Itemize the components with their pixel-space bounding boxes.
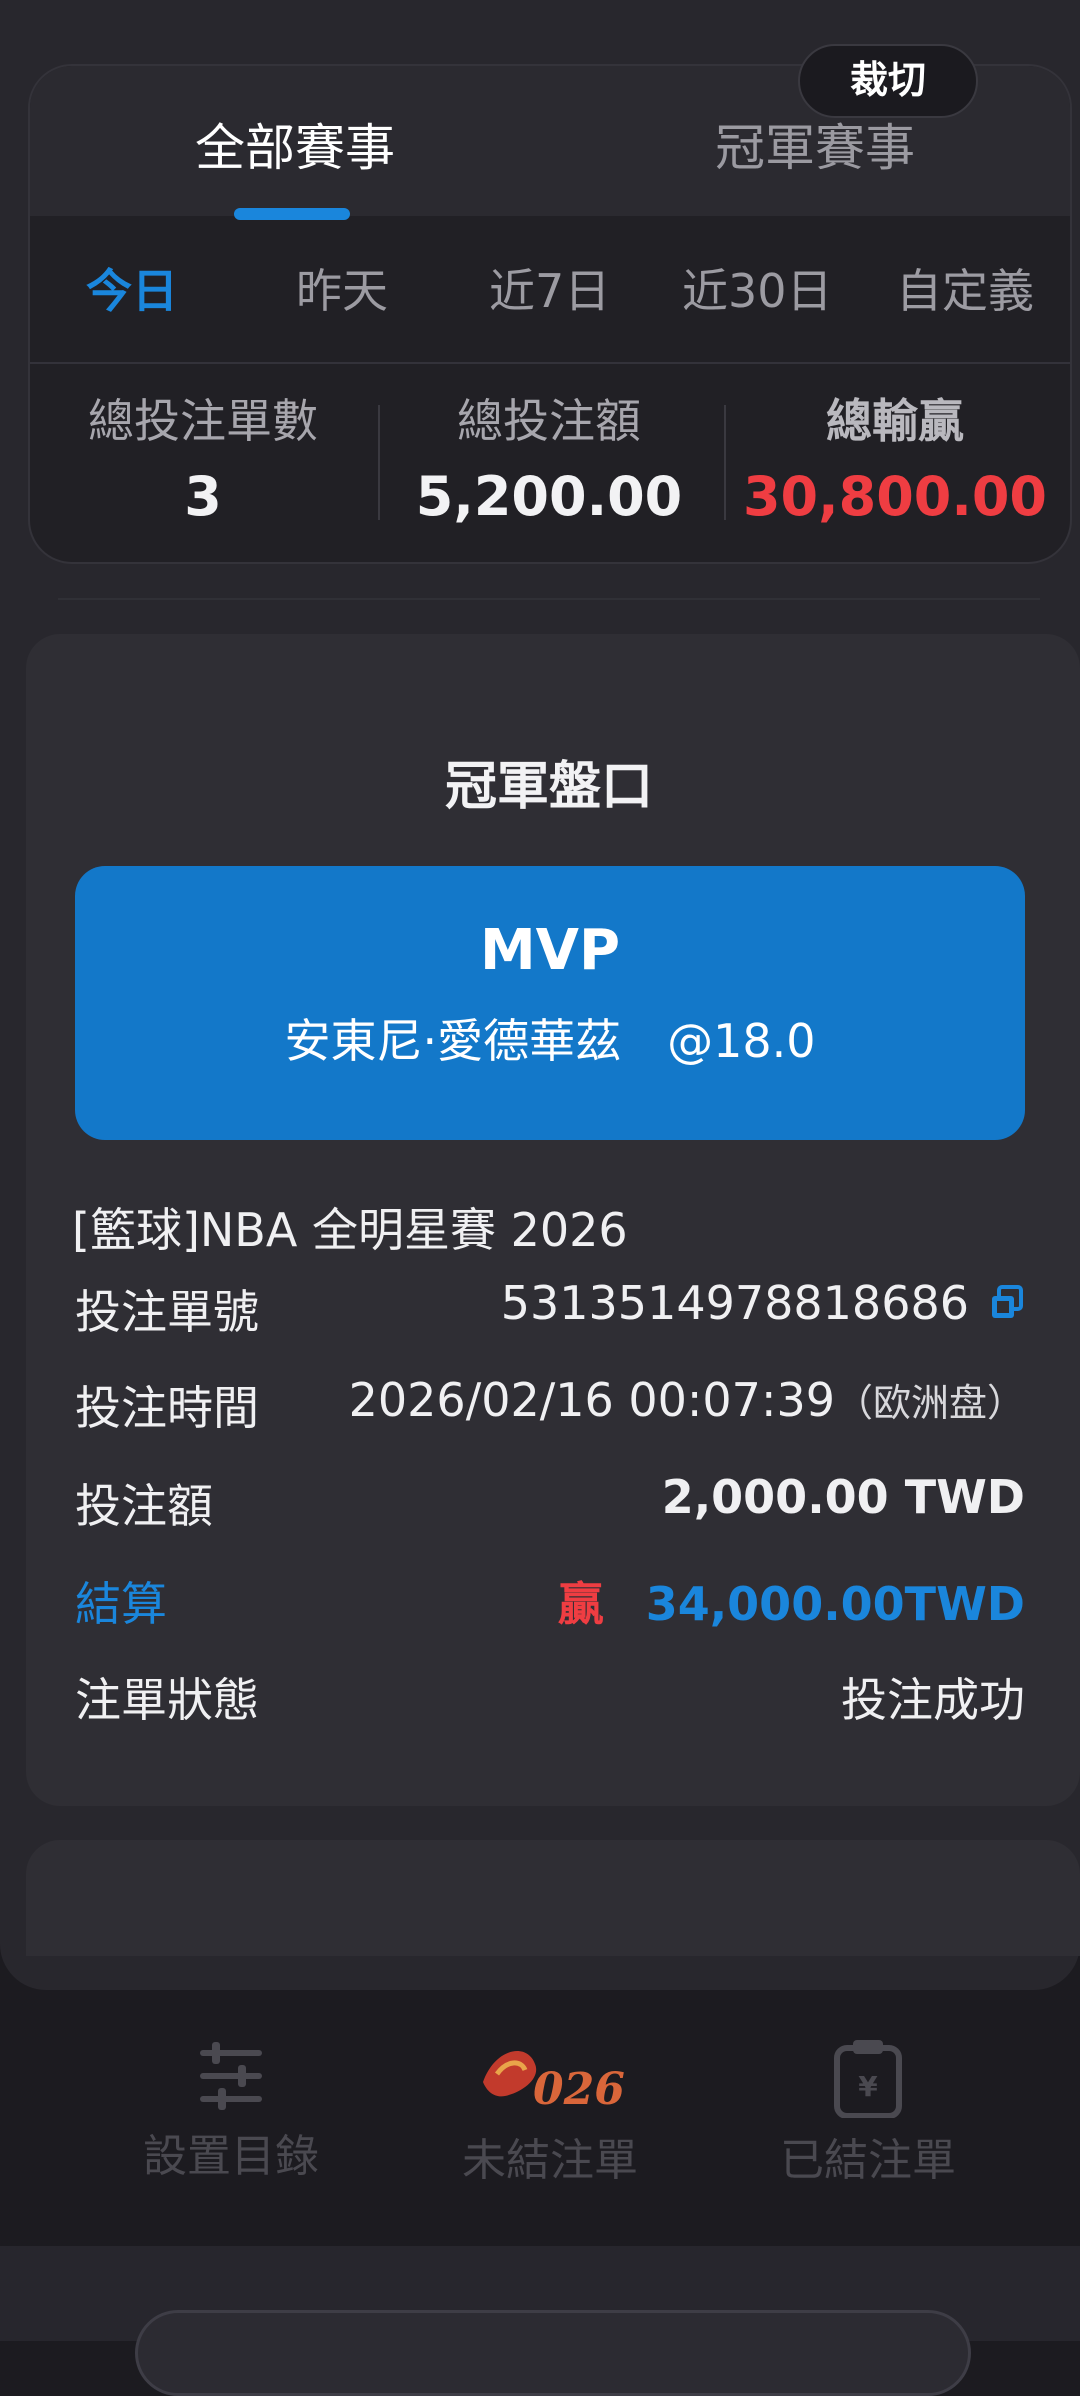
row-value: 2026/02/16 00:07:39（欧洲盘） <box>349 1372 1025 1427</box>
bet-card-title: 冠軍盤口 <box>444 757 653 817</box>
market-name: MVP <box>479 918 621 983</box>
next-bet-card <box>26 1840 1080 1956</box>
stat-total-stake: 總投注額 5,200.00 <box>384 385 714 528</box>
filter-30-days[interactable]: 近30日 <box>682 255 833 321</box>
stat-value: 5,200.00 <box>415 465 683 528</box>
2026-horse-logo-icon: 026 <box>483 2051 625 2115</box>
stat-label: 總輸贏 <box>826 394 964 448</box>
tab-champion-events[interactable]: 冠軍賽事 <box>715 108 915 180</box>
nav-settings[interactable]: 設置目錄 <box>111 2038 351 2184</box>
svg-text:026: 026 <box>533 2064 625 2115</box>
selection-line: 安東尼·愛德華茲 @18.0 <box>75 1005 1025 1071</box>
divider <box>58 598 1040 600</box>
row-label: 投注時間 <box>75 1381 259 1435</box>
stat-label: 總投注額 <box>457 394 641 448</box>
row-label: 投注單號 <box>75 1285 259 1339</box>
league-name: [籃球]NBA 全明星賽 2026 <box>72 1203 628 1257</box>
stat-label: 總投注單數 <box>88 394 318 448</box>
divider <box>30 362 1070 364</box>
stat-value: 3 <box>184 465 222 528</box>
settle-result: 贏 <box>557 1577 604 1631</box>
stat-divider <box>378 405 380 520</box>
bet-time: 2026/02/16 00:07:39 <box>348 1373 835 1427</box>
filter-today[interactable]: 今日 <box>86 255 178 321</box>
odds-type: （欧洲盘） <box>834 1381 1025 1425</box>
row-order-number: 投注單號 5313514978818686 <box>75 1276 1025 1346</box>
tab-all-events[interactable]: 全部賽事 <box>195 108 395 180</box>
bottom-pill <box>135 2310 971 2396</box>
date-filter-row: 今日 昨天 近7日 近30日 自定義 <box>0 255 1080 325</box>
order-number: 5313514978818686 <box>500 1276 969 1330</box>
copy-icon[interactable] <box>989 1278 1025 1318</box>
clipboard-yen-icon: ¥ <box>834 2040 902 2118</box>
row-label: 結算 <box>75 1577 167 1631</box>
stat-value: 30,800.00 <box>742 465 1048 528</box>
bet-card: 冠軍盤口 MVP 安東尼·愛德華茲 @18.0 [籃球]NBA 全明星賽 2026… <box>26 634 1080 1806</box>
active-tab-indicator <box>234 208 350 220</box>
selection-name: 安東尼·愛德華茲 <box>284 1014 622 1068</box>
nav-label: 已結注單 <box>780 2135 956 2186</box>
sliders-icon <box>200 2042 262 2110</box>
row-value: 5313514978818686 <box>501 1276 1025 1330</box>
nav-settled[interactable]: ¥ 已結注單 <box>748 2038 988 2188</box>
row-bet-time: 投注時間 2026/02/16 00:07:39（欧洲盘） <box>75 1372 1025 1442</box>
nav-unsettled[interactable]: 026 未結注單 <box>430 2038 670 2188</box>
bottom-nav: 設置目錄 026 未結注單 ¥ 已結注單 <box>0 2000 1080 2246</box>
stake-value: 2,000.00 TWD <box>661 1470 1025 1524</box>
row-label: 注單狀態 <box>75 1673 259 1727</box>
svg-text:¥: ¥ <box>858 2070 878 2103</box>
row-status: 注單狀態 投注成功 <box>75 1664 1025 1734</box>
stat-total-pl: 總輸贏 30,800.00 <box>730 385 1060 528</box>
settle-payout: 34,000.00TWD <box>645 1577 1025 1631</box>
selection-box: MVP 安東尼·愛德華茲 @18.0 <box>75 866 1025 1140</box>
stat-total-bets: 總投注單數 3 <box>38 385 368 528</box>
nav-label: 設置目錄 <box>143 2131 319 2182</box>
crop-button[interactable]: 裁切 <box>798 44 978 118</box>
filter-7-days[interactable]: 近7日 <box>489 255 610 321</box>
row-settlement: 結算 贏 34,000.00TWD <box>75 1568 1025 1638</box>
nav-label: 未結注單 <box>462 2135 638 2186</box>
stat-divider <box>724 405 726 520</box>
filter-custom[interactable]: 自定義 <box>896 255 1034 321</box>
status-value: 投注成功 <box>841 1673 1025 1727</box>
selection-odds: @18.0 <box>667 1014 816 1068</box>
row-label: 投注額 <box>75 1479 213 1533</box>
row-value: 贏 34,000.00TWD <box>558 1568 1025 1634</box>
filter-yesterday[interactable]: 昨天 <box>296 255 388 321</box>
row-stake: 投注額 2,000.00 TWD <box>75 1470 1025 1540</box>
